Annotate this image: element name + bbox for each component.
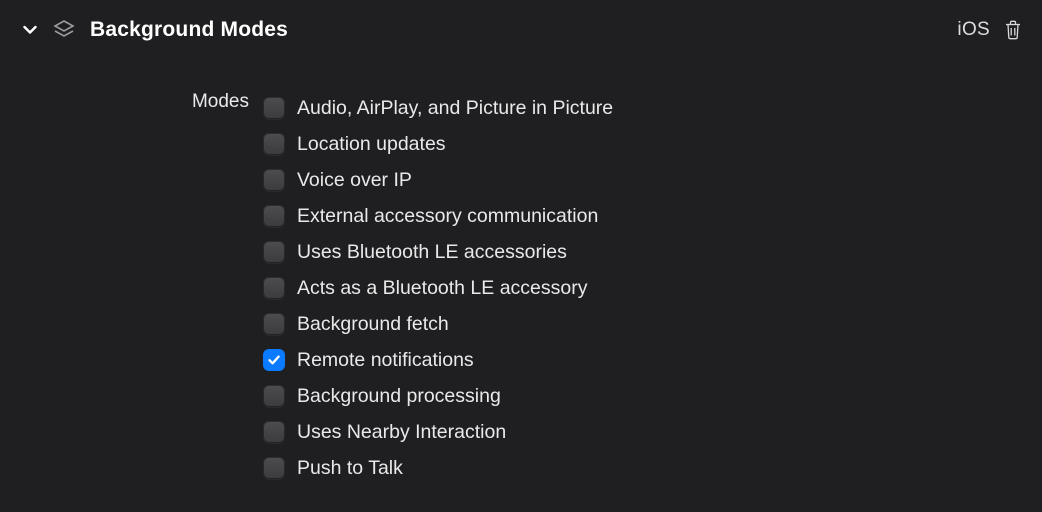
layers-icon — [52, 18, 76, 42]
capability-icon — [52, 18, 76, 42]
mode-label: Remote notifications — [297, 349, 474, 372]
mode-checkbox[interactable] — [263, 313, 285, 335]
checkmark-icon — [267, 353, 281, 367]
mode-row: Audio, AirPlay, and Picture in Picture — [263, 90, 613, 126]
mode-label: Location updates — [297, 133, 446, 156]
delete-capability-button[interactable] — [1002, 19, 1024, 41]
mode-row: Voice over IP — [263, 162, 613, 198]
mode-label: Uses Nearby Interaction — [297, 421, 506, 444]
mode-label: Voice over IP — [297, 169, 412, 192]
mode-label: Push to Talk — [297, 457, 403, 480]
mode-row: Uses Bluetooth LE accessories — [263, 234, 613, 270]
mode-label: Audio, AirPlay, and Picture in Picture — [297, 97, 613, 120]
mode-checkbox[interactable] — [263, 421, 285, 443]
mode-checkbox[interactable] — [263, 169, 285, 191]
mode-checkbox[interactable] — [263, 277, 285, 299]
mode-row: External accessory communication — [263, 198, 613, 234]
mode-label: Uses Bluetooth LE accessories — [297, 241, 567, 264]
capability-content: Modes Audio, AirPlay, and Picture in Pic… — [0, 52, 1042, 486]
mode-row: Location updates — [263, 126, 613, 162]
mode-checkbox[interactable] — [263, 241, 285, 263]
disclosure-toggle[interactable] — [22, 23, 38, 37]
mode-row: Acts as a Bluetooth LE accessory — [263, 270, 613, 306]
platform-tag: iOS — [957, 19, 990, 41]
mode-checkbox[interactable] — [263, 385, 285, 407]
mode-row: Remote notifications — [263, 342, 613, 378]
mode-label: Background fetch — [297, 313, 449, 336]
modes-list: Audio, AirPlay, and Picture in Picture Lo… — [263, 90, 613, 486]
mode-row: Push to Talk — [263, 450, 613, 486]
mode-row: Background fetch — [263, 306, 613, 342]
capability-header: Background Modes iOS — [0, 0, 1042, 52]
modes-section-label: Modes — [0, 90, 263, 486]
mode-row: Background processing — [263, 378, 613, 414]
chevron-down-icon — [23, 25, 37, 35]
mode-checkbox[interactable] — [263, 133, 285, 155]
mode-label: External accessory communication — [297, 205, 598, 228]
mode-checkbox[interactable] — [263, 205, 285, 227]
mode-checkbox[interactable] — [263, 97, 285, 119]
mode-label: Background processing — [297, 385, 501, 408]
trash-icon — [1004, 20, 1022, 40]
mode-row: Uses Nearby Interaction — [263, 414, 613, 450]
mode-label: Acts as a Bluetooth LE accessory — [297, 277, 587, 300]
mode-checkbox[interactable] — [263, 457, 285, 479]
mode-checkbox[interactable] — [263, 349, 285, 371]
capability-title: Background Modes — [90, 18, 288, 42]
